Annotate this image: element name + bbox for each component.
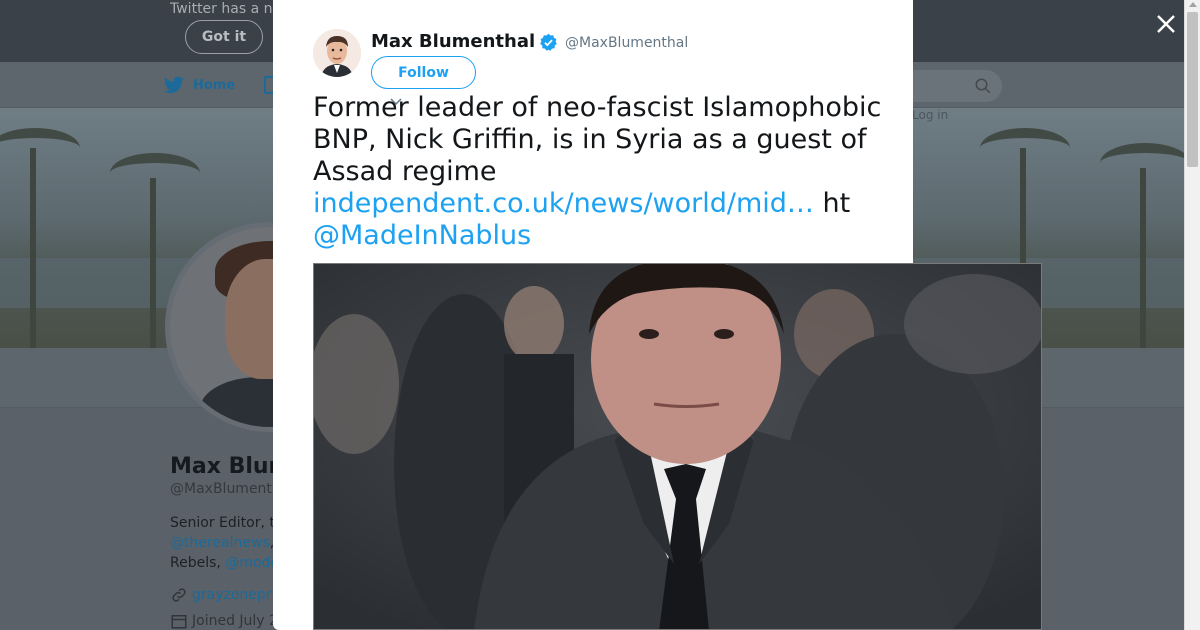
website-text: grayzonepr — [192, 587, 272, 603]
tweet-hat-tip: ht — [813, 188, 851, 219]
scroll-thumb[interactable] — [1187, 12, 1198, 167]
author-avatar-illustration — [313, 29, 361, 77]
notice-text: Twitter has a n — [170, 1, 273, 17]
page-scrollbar[interactable] — [1184, 0, 1200, 630]
tweet-url-link[interactable]: independent.co.uk/news/world/mid… — [313, 188, 814, 219]
tweet-photo-image — [314, 264, 1041, 629]
author-handle[interactable]: @MaxBlumenthal — [565, 35, 688, 51]
author-avatar[interactable] — [313, 29, 361, 77]
scroll-up-arrow[interactable] — [1189, 2, 1197, 7]
search-box[interactable] — [900, 70, 1002, 102]
tweet-mention-link[interactable]: @MadeInNablus — [313, 220, 531, 251]
tweet-text: Former leader of neo-fascist Islamophobi… — [313, 92, 893, 252]
profile-bio: Senior Editor, t @therealnews, Rebels, @… — [170, 513, 279, 573]
profile-website[interactable]: grayzonepr — [170, 586, 272, 604]
author-name[interactable]: Max Blumenthal — [371, 31, 535, 52]
bio-line-3: Rebels, — [170, 555, 226, 571]
bio-line-1: Senior Editor, t — [170, 515, 275, 531]
tweet-photo[interactable] — [313, 263, 1042, 630]
nav-home-link[interactable]: Home — [163, 74, 235, 96]
bio-mention-therealnews[interactable]: @therealnews — [170, 535, 270, 551]
close-icon[interactable] — [1152, 10, 1180, 38]
bio-mention-mode[interactable]: @mode — [225, 555, 279, 571]
twitter-bird-icon — [163, 76, 185, 93]
got-it-button[interactable]: Got it — [185, 20, 263, 54]
profile-handle: @MaxBlument — [170, 481, 272, 497]
verified-badge-icon — [540, 33, 557, 51]
nav-home-label: Home — [193, 77, 236, 93]
profile-joined: Joined July 2 — [170, 612, 278, 630]
login-link[interactable]: Log in — [912, 108, 948, 122]
search-icon — [975, 78, 991, 94]
follow-button[interactable]: Follow — [371, 56, 476, 89]
calendar-icon — [171, 615, 187, 629]
link-icon — [172, 588, 186, 602]
tweet-body: Former leader of neo-fascist Islamophobi… — [313, 92, 882, 187]
joined-text: Joined July 2 — [192, 613, 278, 629]
